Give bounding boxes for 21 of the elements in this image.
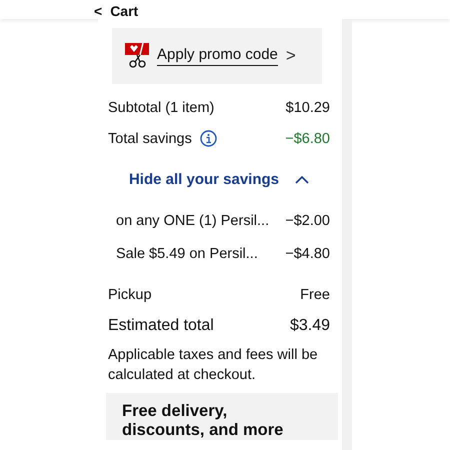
coupon-scissors-icon (125, 43, 149, 69)
summary-label: Subtotal (1 item) (108, 100, 214, 116)
promo-banner: Free delivery, discounts, and more (106, 393, 338, 440)
summary-value: −$6.80 (285, 130, 330, 146)
total-label: Estimated total (108, 316, 214, 334)
savings-label: Sale $5.49 on Persil... (116, 246, 258, 262)
savings-label: on any ONE (1) Persil... (116, 212, 270, 228)
chevron-icon: > (286, 46, 296, 66)
back-button[interactable]: < (94, 3, 102, 19)
summary-value: $10.29 (286, 100, 330, 116)
promo-link[interactable]: Apply promo code (157, 46, 278, 66)
pickup-value: Free (300, 286, 330, 302)
savings-value: −$2.00 (285, 212, 330, 228)
summary-label: Total savings (108, 130, 192, 146)
page-title: Cart (110, 3, 138, 19)
savings-toggle[interactable]: Hide all your savings (128, 170, 280, 188)
tax-note: Applicable taxes and fees will be calculated at checkout. (108, 346, 319, 385)
total-value: $3.49 (290, 316, 330, 334)
pickup-label: Pickup (108, 286, 152, 302)
info-icon[interactable] (200, 130, 217, 147)
savings-value: −$4.80 (285, 246, 330, 262)
